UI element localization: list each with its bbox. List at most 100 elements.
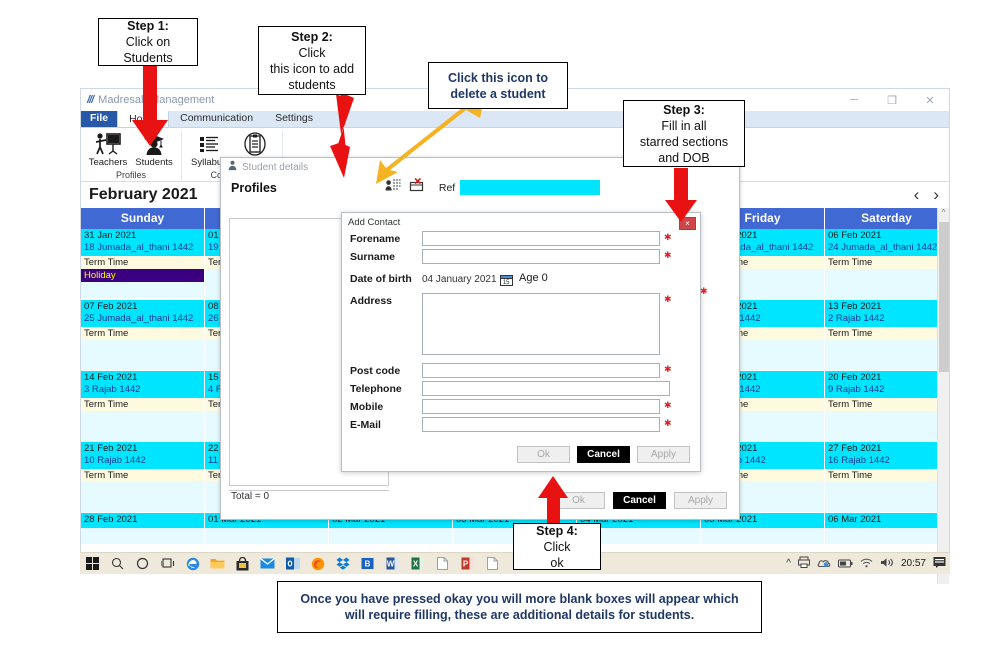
printer-icon[interactable] <box>798 555 810 573</box>
calendar-day-cell[interactable]: 06 Feb 202124 Jumada_al_thani 1442Term T… <box>825 229 949 299</box>
callout-step4: Step 4: Click ok <box>513 523 601 570</box>
post-code-required-star: ✱ <box>664 363 672 375</box>
app-logo-icon: /// <box>87 94 93 106</box>
callout-step3-line1: Step 3: Fill in all <box>640 102 728 134</box>
callout-step1-bold: Step 1: <box>127 19 169 33</box>
minimize-button[interactable]: ─ <box>835 89 873 111</box>
calendar-day-cell[interactable]: 31 Jan 202118 Jumada_al_thani 1442Term T… <box>81 229 205 299</box>
calendar-prev-button[interactable]: ‹ <box>914 185 920 205</box>
store-icon[interactable] <box>230 553 255 575</box>
arrow-step3 <box>663 168 703 226</box>
calendar-hijri-date: 18 Jumada_al_thani 1442 <box>84 242 201 254</box>
calendar-empty-slot <box>81 431 204 441</box>
callout-step2-line2: this icon to add <box>270 61 354 77</box>
dropbox-icon[interactable] <box>330 553 355 575</box>
svg-text:X: X <box>413 560 419 569</box>
telephone-input[interactable] <box>422 381 670 396</box>
forename-input[interactable] <box>422 231 660 246</box>
field-row-mobile: Mobile ✱ <box>342 399 700 414</box>
calendar-day-datebar: 28 Feb 2021 <box>81 513 204 528</box>
calendar-scrollbar[interactable]: ^ <box>937 208 949 584</box>
notifications-icon[interactable] <box>933 555 946 573</box>
calendar-day-datebar: 06 Mar 2021 <box>825 513 948 528</box>
clipboard-icon <box>243 131 267 157</box>
profiles-heading: Profiles <box>231 181 277 195</box>
calendar-term-label: Term Time <box>825 398 948 411</box>
file-explorer-icon[interactable] <box>205 553 230 575</box>
add-contact-apply-button[interactable]: Apply <box>637 446 690 463</box>
date-of-birth-value[interactable]: 04 January 2021 <box>422 271 500 285</box>
calendar-empty-slot <box>701 528 824 544</box>
post-code-input[interactable] <box>422 363 660 378</box>
scroll-up-arrow[interactable]: ^ <box>938 208 949 217</box>
battery-icon[interactable] <box>838 555 853 573</box>
calendar-gregorian-date: 27 Feb 2021 <box>828 443 945 455</box>
ribbon-button-teachers[interactable]: Teachers <box>85 130 131 168</box>
calendar-day-cell[interactable]: 21 Feb 202110 Rajab 1442Term Time <box>81 442 205 512</box>
cortana-icon[interactable] <box>130 553 155 575</box>
mobile-input[interactable] <box>422 399 660 414</box>
ribbon-tab-settings[interactable]: Settings <box>264 110 324 127</box>
callout-step3-line3: and DOB <box>640 150 728 166</box>
surname-input[interactable] <box>422 249 660 264</box>
outlook-icon[interactable] <box>280 553 305 575</box>
firefox-icon[interactable] <box>305 553 330 575</box>
calendar-term-label: Term Time <box>825 327 948 340</box>
start-icon[interactable] <box>80 553 105 575</box>
volume-icon[interactable] <box>880 555 894 573</box>
calendar-picker-icon[interactable]: 15 <box>500 273 513 285</box>
calendar-day-datebar: 27 Feb 202116 Rajab 1442 <box>825 442 948 469</box>
search-icon[interactable] <box>105 553 130 575</box>
document2-icon[interactable] <box>480 553 505 575</box>
syllabus-list-icon <box>198 131 220 157</box>
address-textarea[interactable] <box>422 293 660 355</box>
task-view-icon[interactable] <box>155 553 180 575</box>
taskbar-clock[interactable]: 20:57 <box>901 558 926 569</box>
calendar-term-label: Term Time <box>825 256 948 269</box>
calendar-empty-slot <box>825 411 948 431</box>
add-contact-ok-button[interactable]: Ok <box>517 446 570 463</box>
calendar-day-cell[interactable]: 20 Feb 20219 Rajab 1442 Term Time <box>825 371 949 441</box>
mail-icon[interactable] <box>255 553 280 575</box>
calendar-day-cell[interactable]: 13 Feb 20212 Rajab 1442Term Time <box>825 300 949 370</box>
calendar-hijri-date: 9 Rajab 1442 <box>828 384 945 396</box>
ribbon-tab-file[interactable]: File <box>81 110 117 127</box>
ribbon-tab-communication[interactable]: Communication <box>169 110 264 127</box>
student-dialog-cancel-button[interactable]: Cancel <box>613 492 666 509</box>
svg-text:15: 15 <box>503 280 510 286</box>
callout-step4-rest: Click <box>536 539 578 555</box>
age-label: Age 0 <box>519 271 548 284</box>
scrollbar-thumb[interactable] <box>939 222 949 372</box>
student-dialog-apply-button[interactable]: Apply <box>674 492 727 509</box>
bluejeans-icon[interactable]: B <box>355 553 380 575</box>
callout-step2-bold: Step 2: <box>291 30 333 44</box>
student-total-label: Total = 0 <box>231 491 269 502</box>
powerpoint-icon[interactable]: P <box>455 553 480 575</box>
close-button[interactable]: ✕ <box>911 89 949 111</box>
calendar-next-button[interactable]: › <box>933 185 939 205</box>
arrow-step4 <box>538 476 572 528</box>
calendar-holiday-label: Holiday <box>81 269 204 282</box>
onedrive-icon[interactable] <box>817 555 831 573</box>
ribbon-group-profiles-label: Profiles <box>116 170 146 180</box>
calendar-empty-slot <box>329 528 452 544</box>
excel-icon[interactable]: X <box>405 553 430 575</box>
calendar-hijri-date: 16 Rajab 1442 <box>828 455 945 467</box>
calendar-empty-slot <box>825 482 948 502</box>
calendar-day-cell[interactable]: 14 Feb 20213 Rajab 1442Term Time <box>81 371 205 441</box>
add-contact-cancel-button[interactable]: Cancel <box>577 446 630 463</box>
calendar-day-cell[interactable]: 27 Feb 202116 Rajab 1442Term Time <box>825 442 949 512</box>
ribbon-button-teachers-label: Teachers <box>89 157 128 168</box>
field-row-post-code: Post code ✱ <box>342 363 700 378</box>
maximize-button[interactable]: ❐ <box>873 89 911 111</box>
edge-icon[interactable] <box>180 553 205 575</box>
ribbon-button-clipboard[interactable] <box>232 130 278 157</box>
document-icon[interactable] <box>430 553 455 575</box>
email-input[interactable] <box>422 417 660 432</box>
calendar-gregorian-date: 20 Feb 2021 <box>828 372 945 384</box>
word-icon[interactable]: W <box>380 553 405 575</box>
wifi-icon[interactable] <box>860 555 873 573</box>
show-hidden-icons[interactable]: ^ <box>786 558 791 569</box>
callout-step4-line2: ok <box>536 555 578 571</box>
calendar-day-cell[interactable]: 07 Feb 202125 Jumada_al_thani 1442Term T… <box>81 300 205 370</box>
